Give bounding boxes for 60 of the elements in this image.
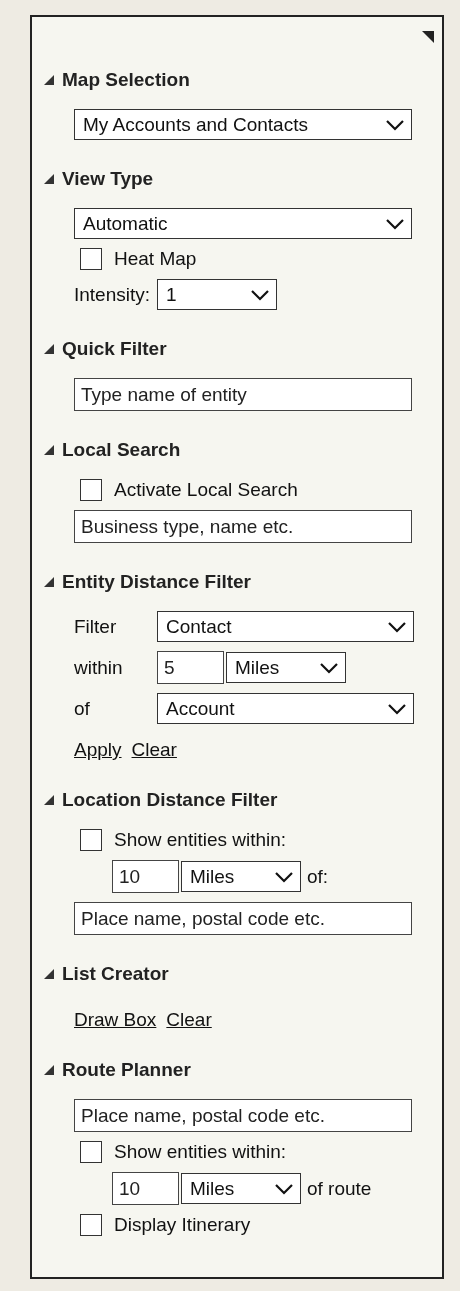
checkbox[interactable] xyxy=(80,479,102,501)
collapse-triangle-icon[interactable] xyxy=(44,1065,54,1075)
field-label: of: xyxy=(307,865,329,888)
collapse-triangle-icon[interactable] xyxy=(44,75,54,85)
chevron-down-icon xyxy=(385,118,405,131)
chevron-down-icon xyxy=(274,1182,294,1195)
text-field[interactable]: 10 xyxy=(112,1172,179,1205)
checkbox-label: Show entities within: xyxy=(114,1141,287,1163)
checkbox[interactable] xyxy=(80,1141,102,1163)
chevron-down-icon xyxy=(250,288,270,301)
corner-triangle-icon[interactable] xyxy=(422,31,434,43)
section-title[interactable]: Quick Filter xyxy=(62,338,167,360)
collapse-triangle-icon[interactable] xyxy=(44,445,54,455)
field-label: Filter xyxy=(74,615,118,638)
link[interactable]: Clear xyxy=(166,1009,212,1031)
text-field[interactable]: 10 xyxy=(112,860,179,893)
section-title[interactable]: Local Search xyxy=(62,439,181,461)
dropdown[interactable]: Account xyxy=(157,693,414,724)
chevron-down-icon xyxy=(385,217,405,230)
link[interactable]: Clear xyxy=(131,739,177,761)
field-label: of xyxy=(74,697,91,720)
text-field[interactable]: Place name, postal code etc. xyxy=(74,1099,412,1132)
link[interactable]: Apply xyxy=(74,739,122,761)
section-title[interactable]: View Type xyxy=(62,168,154,190)
section-title[interactable]: Entity Distance Filter xyxy=(62,571,251,593)
text-field[interactable]: Type name of entity xyxy=(74,378,412,411)
dropdown[interactable]: Automatic xyxy=(74,208,412,239)
checkbox-label: Show entities within: xyxy=(114,829,287,851)
chevron-down-icon xyxy=(274,870,294,883)
dropdown[interactable]: 1 xyxy=(157,279,277,310)
text-field[interactable]: Business type, name etc. xyxy=(74,510,412,543)
section-title[interactable]: Location Distance Filter xyxy=(62,789,278,811)
link[interactable]: Draw Box xyxy=(74,1009,157,1031)
field-label: of route xyxy=(307,1177,372,1200)
collapse-triangle-icon[interactable] xyxy=(44,969,54,979)
collapse-triangle-icon[interactable] xyxy=(44,577,54,587)
section-title[interactable]: Route Planner xyxy=(62,1059,191,1081)
checkbox-label: Heat Map xyxy=(114,248,197,270)
section-title[interactable]: Map Selection xyxy=(62,69,190,91)
dropdown[interactable]: My Accounts and Contacts xyxy=(74,109,412,140)
checkbox-label: Activate Local Search xyxy=(114,479,298,501)
text-field[interactable]: 5 xyxy=(157,651,224,684)
collapse-triangle-icon[interactable] xyxy=(44,795,54,805)
checkbox[interactable] xyxy=(80,1214,102,1236)
field-label: Intensity: xyxy=(74,283,152,306)
section-title[interactable]: List Creator xyxy=(62,963,169,985)
field-label: within xyxy=(74,656,124,679)
text-field[interactable]: Place name, postal code etc. xyxy=(74,902,412,935)
dropdown[interactable]: Miles xyxy=(181,861,301,892)
dropdown[interactable]: Miles xyxy=(226,652,346,683)
checkbox-label: Display Itinerary xyxy=(114,1214,251,1236)
dropdown[interactable]: Miles xyxy=(181,1173,301,1204)
checkbox[interactable] xyxy=(80,248,102,270)
collapse-triangle-icon[interactable] xyxy=(44,174,54,184)
dropdown[interactable]: Contact xyxy=(157,611,414,642)
chevron-down-icon xyxy=(319,661,339,674)
chevron-down-icon xyxy=(387,620,407,633)
chevron-down-icon xyxy=(387,702,407,715)
collapse-triangle-icon[interactable] xyxy=(44,344,54,354)
checkbox[interactable] xyxy=(80,829,102,851)
